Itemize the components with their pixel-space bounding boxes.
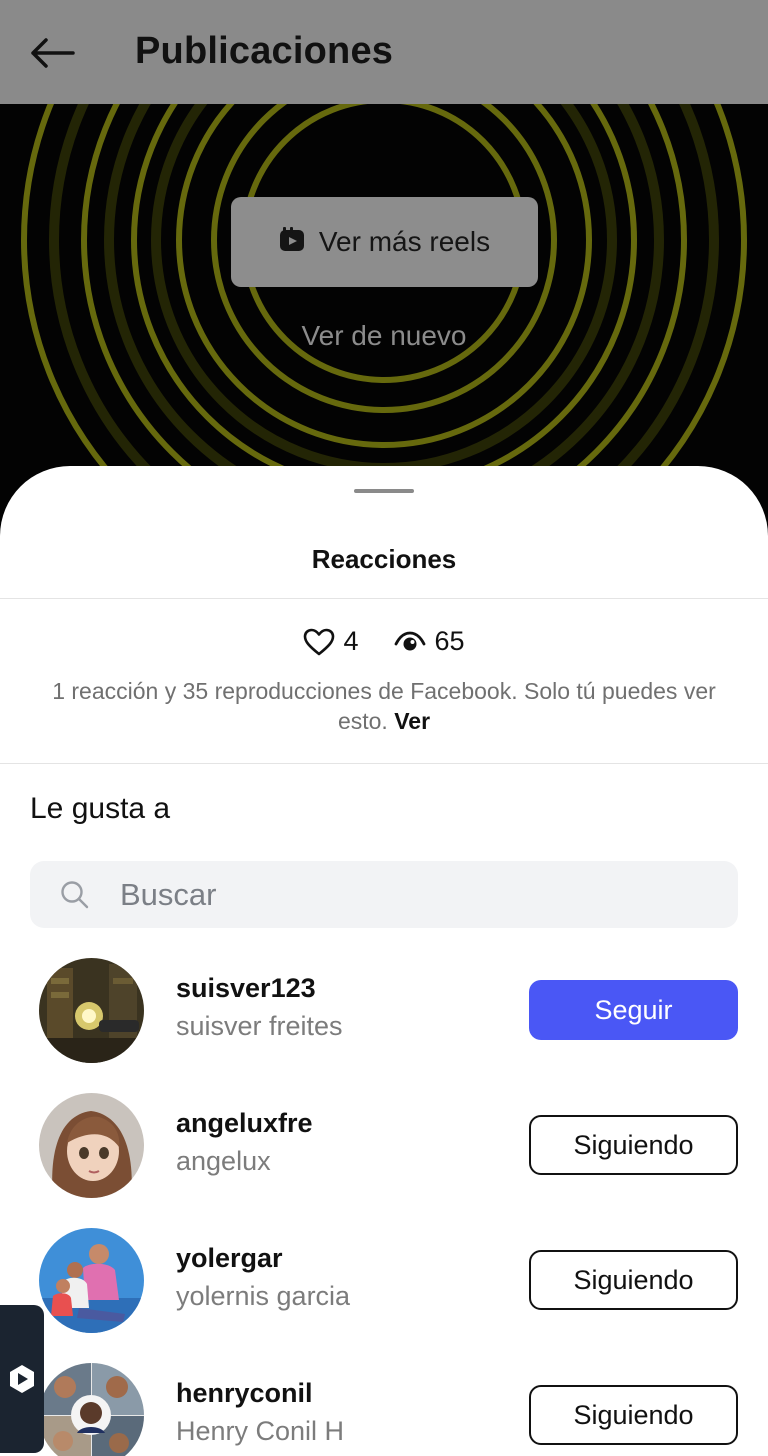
- reels-icon: [279, 226, 305, 258]
- stats-note-text: 1 reacción y 35 reproducciones de Facebo…: [52, 678, 716, 734]
- sheet-title: Reacciones: [311, 544, 457, 574]
- divider: [0, 763, 768, 764]
- likes-stat: 4: [303, 626, 358, 657]
- likes-count: 4: [343, 626, 359, 656]
- username[interactable]: henryconil: [176, 1378, 313, 1409]
- user-row[interactable]: henryconil Henry Conil H Siguiendo: [0, 1360, 768, 1456]
- views-count: 65: [434, 626, 465, 656]
- reaction-stats: 4 65: [0, 626, 768, 657]
- stats-note: 1 reacción y 35 reproducciones de Facebo…: [40, 676, 728, 736]
- following-button[interactable]: Siguiendo: [529, 1250, 738, 1310]
- back-button[interactable]: [26, 30, 78, 76]
- avatar[interactable]: [39, 1093, 144, 1198]
- heart-icon: [304, 628, 335, 655]
- following-button[interactable]: Siguiendo: [529, 1115, 738, 1175]
- search-bar[interactable]: [30, 861, 738, 928]
- top-app-bar: Publicaciones: [0, 0, 768, 104]
- full-name: angelux: [176, 1146, 271, 1176]
- full-name: suisver freites: [176, 1011, 343, 1041]
- eye-icon: [395, 631, 426, 650]
- search-icon: [61, 881, 89, 909]
- follow-button[interactable]: Seguir: [529, 980, 738, 1040]
- user-row[interactable]: angeluxfre angelux Siguiendo: [0, 1090, 768, 1210]
- play-logo-icon: [10, 1365, 34, 1393]
- floating-side-tab[interactable]: [0, 1305, 44, 1453]
- avatar[interactable]: [39, 958, 144, 1063]
- search-input[interactable]: [120, 873, 700, 917]
- page-title: Publicaciones: [135, 30, 394, 72]
- username[interactable]: angeluxfre: [176, 1108, 313, 1139]
- views-stat: 65: [394, 626, 465, 657]
- reactions-sheet: Reacciones 4 65 1 reacción y 35 reproduc…: [0, 466, 768, 1456]
- full-name: Henry Conil H: [176, 1416, 345, 1446]
- arrow-left-icon: [31, 38, 75, 68]
- following-button[interactable]: Siguiendo: [529, 1385, 738, 1445]
- divider: [0, 598, 768, 599]
- replay-button[interactable]: Ver de nuevo: [0, 320, 768, 352]
- more-reels-button[interactable]: Ver más reels: [231, 197, 538, 287]
- username[interactable]: suisver123: [176, 973, 316, 1004]
- stats-note-link[interactable]: Ver: [394, 708, 430, 734]
- user-row[interactable]: suisver123 suisver freites Seguir: [0, 955, 768, 1075]
- sheet-drag-handle[interactable]: [354, 489, 414, 493]
- avatar[interactable]: [39, 1228, 144, 1333]
- avatar[interactable]: [39, 1363, 144, 1456]
- user-row[interactable]: yolergar yolernis garcia Siguiendo: [0, 1225, 768, 1345]
- full-name: yolernis garcia: [176, 1281, 351, 1311]
- more-reels-label: Ver más reels: [318, 226, 491, 257]
- username[interactable]: yolergar: [176, 1243, 283, 1274]
- liked-by-title: Le gusta a: [30, 792, 171, 825]
